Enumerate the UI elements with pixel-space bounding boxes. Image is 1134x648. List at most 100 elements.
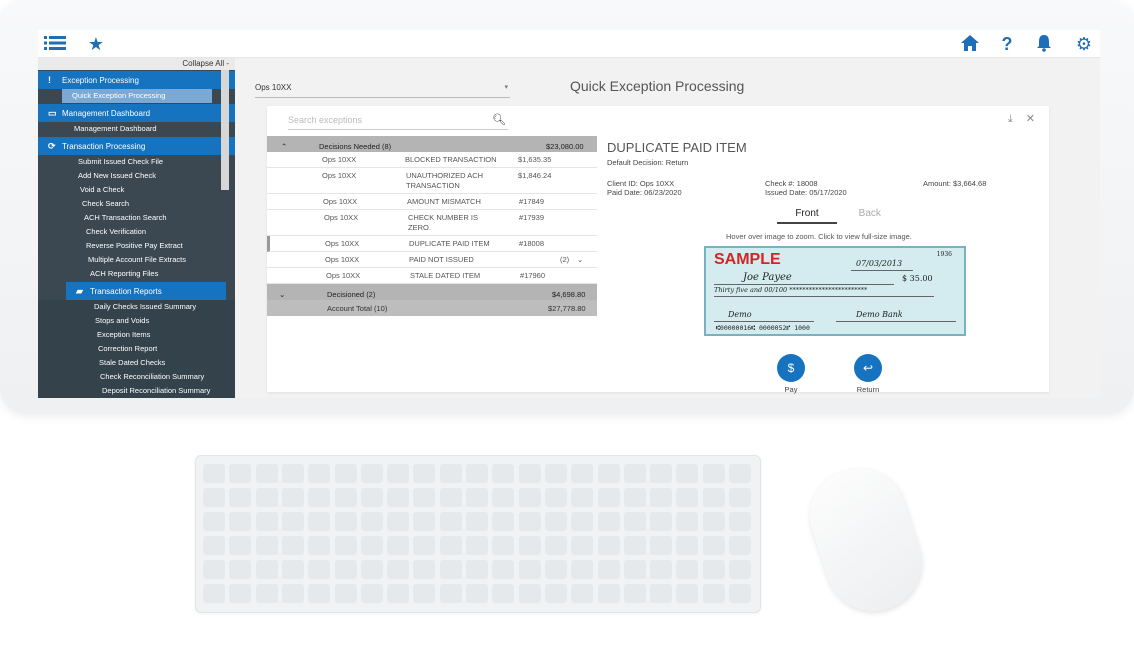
keyboard-key — [650, 488, 673, 507]
keyboard-key — [360, 512, 383, 531]
keyboard-key — [650, 464, 673, 483]
keyboard-key — [571, 464, 594, 483]
keyboard-key — [571, 512, 594, 531]
sidebar-section-transaction-reports[interactable]: ▰ Transaction Reports — [66, 282, 226, 300]
keyboard-key — [439, 536, 462, 555]
return-arrow-icon[interactable]: ↩ — [854, 354, 882, 382]
row-type: CHECK NUMBER IS ZERO. — [408, 213, 479, 232]
list-icon[interactable] — [44, 34, 66, 54]
sidebar-item-reverse-positive-pay-extract[interactable]: Reverse Positive Pay Extract — [38, 239, 235, 253]
keyboard-key — [203, 584, 225, 603]
search-input[interactable]: Search exceptions 🔍︎ — [288, 110, 508, 130]
decisions-needed-header[interactable]: ⌃ Decisions Needed (8) $23,080.00 — [267, 136, 597, 152]
sidebar-item-check-verification[interactable]: Check Verification — [38, 225, 235, 239]
keyboard-key — [623, 464, 646, 483]
keyboard-key — [623, 536, 646, 555]
keyboard-key — [466, 464, 488, 483]
keyboard-key — [308, 488, 331, 507]
sidebar-item-check-reconciliation-summary[interactable]: Check Reconciliation Summary — [38, 370, 235, 384]
sidebar-section-management-dashboard[interactable]: ▭ Management Dashboard — [38, 104, 235, 122]
sidebar-section-exception-processing[interactable]: ! Exception Processing — [38, 71, 235, 89]
close-icon[interactable]: ✕ — [1026, 113, 1035, 125]
sidebar-item-void-a-check[interactable]: Void a Check — [38, 183, 235, 197]
home-icon[interactable] — [959, 34, 981, 54]
decisioned-header[interactable]: ⌄ Decisioned (2) $4,698.80 — [267, 284, 597, 300]
image-tabs: Front Back — [777, 208, 909, 224]
keyboard-key — [360, 536, 383, 555]
sidebar-item-management-dashboard[interactable]: Management Dashboard — [38, 122, 235, 136]
search-icon[interactable]: 🔍︎ — [492, 110, 506, 130]
sidebar-item-deposit-reconciliation-summary[interactable]: Deposit Reconciliation Summary — [38, 384, 235, 398]
keyboard-key — [281, 536, 304, 555]
sidebar-item-correction-report[interactable]: Correction Report — [38, 342, 235, 356]
row-type: STALE DATED ITEM — [410, 271, 481, 280]
sidebar-section-transaction-processing[interactable]: ⟳ Transaction Processing — [38, 137, 235, 155]
sidebar-item-ach-reporting-files[interactable]: ACH Reporting Files — [38, 267, 235, 281]
tab-back[interactable]: Back — [840, 208, 900, 222]
gear-icon[interactable]: ⚙ — [1073, 34, 1095, 54]
check-signature-line — [836, 321, 956, 322]
check-image[interactable]: SAMPLE 1936 07/03/2013 Joe Payee $ 35.00… — [704, 246, 966, 336]
keyboard-key — [229, 584, 252, 603]
keyboard-key — [439, 488, 462, 507]
keyboard-key — [544, 560, 567, 579]
help-icon[interactable]: ? — [996, 34, 1018, 54]
row-client: Ops 10XX — [326, 271, 361, 280]
tab-front[interactable]: Front — [777, 208, 837, 224]
keyboard-key — [439, 560, 462, 579]
sidebar-item-quick-exception-processing[interactable]: Quick Exception Processing — [62, 89, 212, 103]
sidebar-item-stale-dated-checks[interactable]: Stale Dated Checks — [38, 356, 235, 370]
return-action[interactable]: ↩ Return — [848, 354, 888, 394]
keyboard-key — [203, 560, 225, 579]
keyboard-key — [623, 488, 646, 507]
bell-icon[interactable] — [1033, 34, 1055, 54]
sidebar-item-exception-items[interactable]: Exception Items — [38, 328, 235, 342]
pay-action[interactable]: $ Pay — [776, 354, 806, 394]
sidebar-item-check-search[interactable]: Check Search — [38, 197, 235, 211]
sidebar-item-daily-checks-issued-summary[interactable]: Daily Checks Issued Summary — [38, 300, 235, 314]
download-icon[interactable]: ⤓ — [1008, 113, 1013, 125]
keyboard-key — [702, 584, 725, 603]
account-total-value: $27,778.80 — [548, 304, 586, 313]
dashboard-icon: ▭ — [48, 107, 57, 118]
keyboard-key — [229, 464, 252, 483]
monitor-frame: ★ ? ⚙ Collapse All - ! Exception Process… — [0, 0, 1134, 414]
chevron-down-icon[interactable]: ⌄ — [577, 255, 583, 264]
sidebar-item-submit-issued-check-file[interactable]: Submit Issued Check File — [38, 155, 235, 169]
sidebar-item-multiple-account-file-extracts[interactable]: Multiple Account File Extracts — [38, 253, 235, 267]
row-client: Ops 10XX — [322, 155, 357, 164]
check-micr: ⑆00000016⑆ 0000052⑈ 1000 — [716, 324, 810, 332]
row-value: #17960 — [520, 271, 546, 280]
sidebar-item-add-new-issued-check[interactable]: Add New Issued Check — [38, 169, 235, 183]
check-memo-line — [714, 321, 814, 322]
row-value: $1,635.35 — [518, 155, 552, 164]
keyboard-key — [729, 488, 751, 507]
sidebar-item-stops-and-voids[interactable]: Stops and Voids — [38, 314, 235, 328]
keyboard-key — [492, 536, 515, 555]
client-select[interactable]: Ops 10XX ▾ — [255, 78, 510, 98]
keyboard-key — [597, 464, 620, 483]
keyboard-key — [308, 584, 331, 603]
table-row[interactable]: Ops 10XX STALE DATED ITEM #17960 — [267, 268, 597, 284]
keyboard-key — [571, 488, 594, 507]
row-client: Ops 10XX — [323, 197, 358, 206]
keyboard-key — [413, 488, 436, 507]
table-row[interactable]: Ops 10XX BLOCKED TRANSACTION $1,635.35 — [267, 152, 597, 168]
table-row[interactable]: Ops 10XX PAID NOT ISSUED (2) ⌄ — [267, 252, 597, 268]
check-date: 07/03/2013 — [856, 259, 903, 268]
keyboard-key — [676, 464, 699, 483]
keyboard-key — [255, 584, 278, 603]
table-row[interactable]: Ops 10XX CHECK NUMBER IS ZERO. #17939 — [267, 210, 597, 236]
keyboard-key — [255, 464, 278, 483]
table-row[interactable]: Ops 10XX AMOUNT MISMATCH #17849 — [267, 194, 597, 210]
table-row[interactable]: Ops 10XX UNAUTHORIZED ACH TRANSACTION $1… — [267, 168, 597, 194]
keyboard-key — [413, 536, 436, 555]
table-row-selected[interactable]: Ops 10XX DUPLICATE PAID ITEM #18008 — [267, 236, 597, 252]
sidebar-scrollbar[interactable] — [221, 70, 229, 190]
star-icon[interactable]: ★ — [85, 34, 107, 54]
dollar-icon[interactable]: $ — [777, 354, 805, 382]
keyboard-key — [360, 488, 383, 507]
collapse-all-button[interactable]: Collapse All - — [38, 58, 235, 70]
keyboard-key — [571, 560, 594, 579]
sidebar-item-ach-transaction-search[interactable]: ACH Transaction Search — [38, 211, 235, 225]
